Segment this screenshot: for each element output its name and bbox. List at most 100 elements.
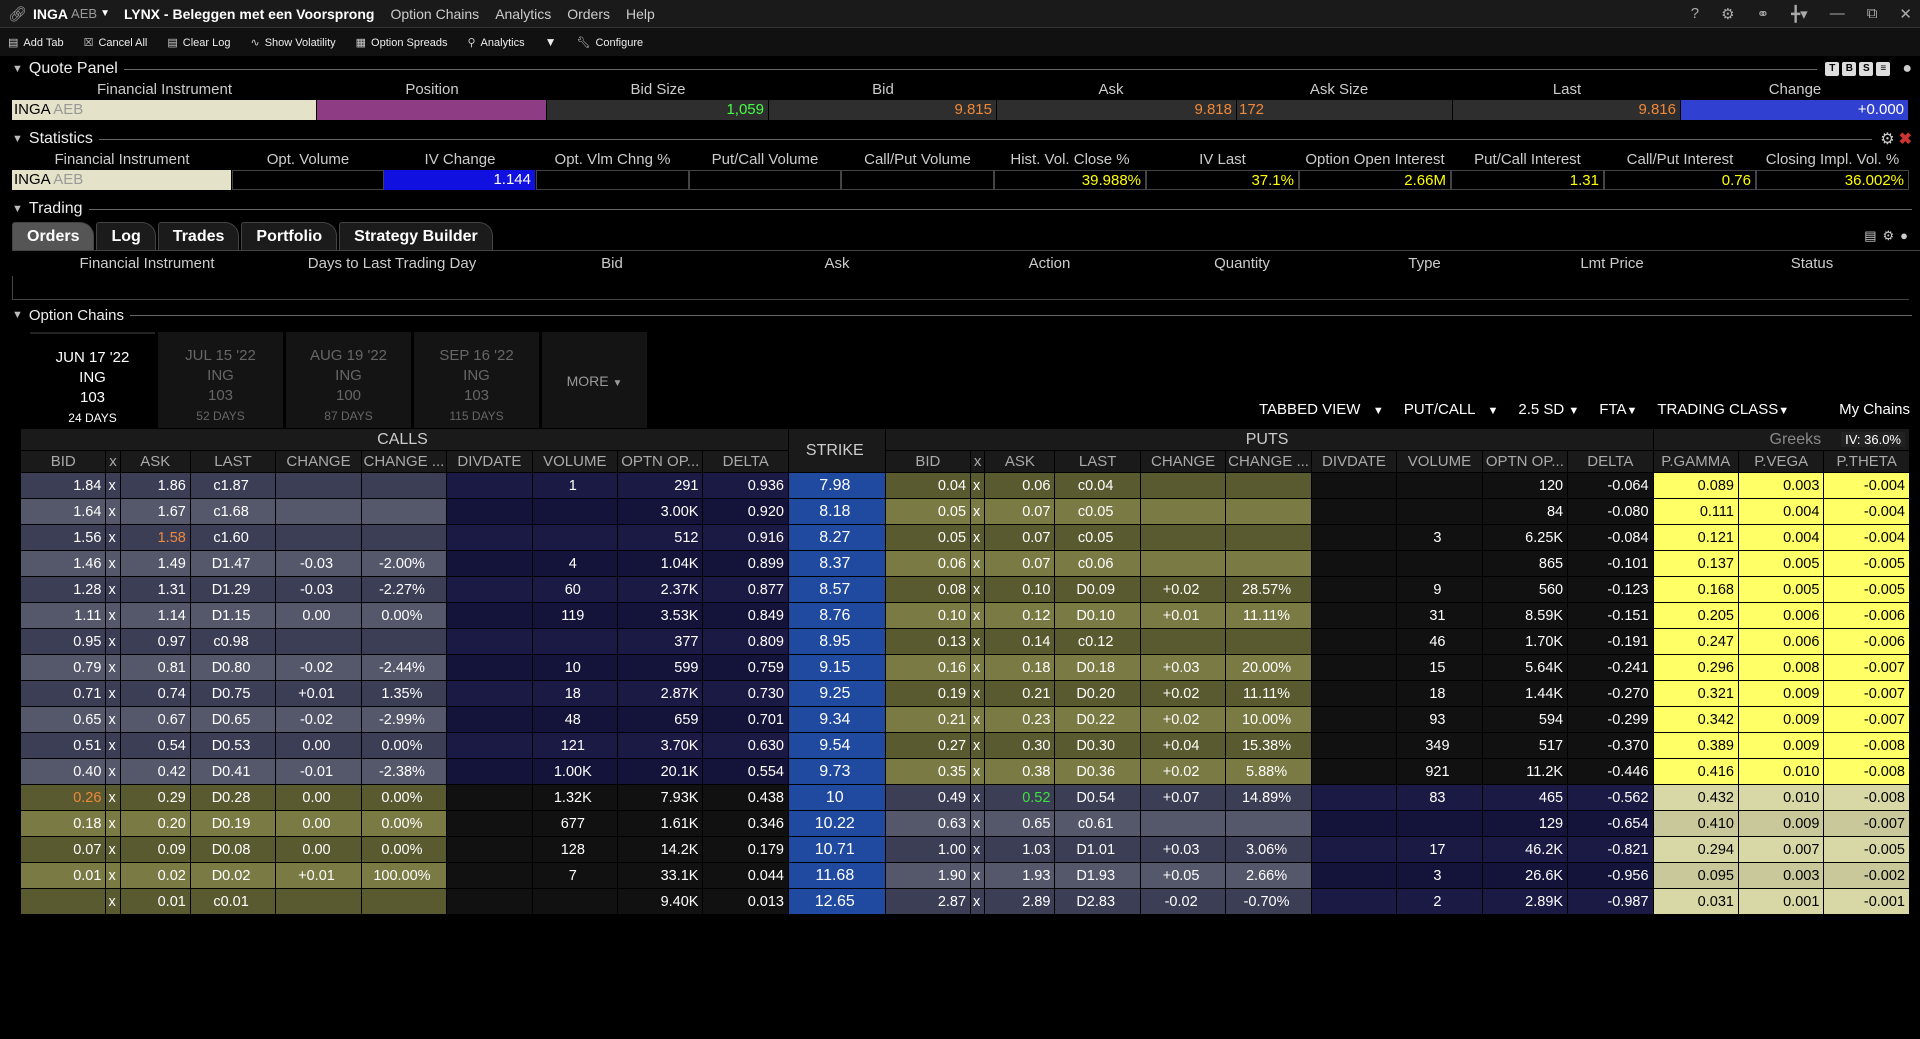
- chain-row[interactable]: 0.51 x 0.54 D0.53 0.00 0.00% 121 3.70K 0.630 9.54…: [19, 732, 1910, 759]
- configure-button[interactable]: 🔧︎ Configure: [576, 36, 643, 49]
- chain-cell-ask-call[interactable]: 0.02: [119, 862, 191, 889]
- chain-cell-ask-call[interactable]: 0.42: [119, 758, 191, 785]
- chain-col-21[interactable]: P.GAMMA: [1652, 450, 1739, 473]
- chain-cell-bid-call[interactable]: [19, 888, 107, 915]
- chain-cell-bid-put[interactable]: 1.00: [884, 836, 972, 863]
- info-icon[interactable]: ●: [1900, 228, 1908, 244]
- chain-cell-bid-call[interactable]: 1.64: [19, 498, 107, 525]
- chain-cell-ask-put[interactable]: 0.38: [984, 758, 1056, 785]
- chain-cell-bid-put[interactable]: 0.27: [884, 732, 972, 759]
- expiry-tab-sep[interactable]: SEP 16 '22 ING 103 115 DAYS: [414, 332, 539, 430]
- chain-col-7[interactable]: VOLUME: [531, 450, 619, 473]
- menu-option-chains[interactable]: Option Chains: [390, 6, 479, 22]
- expiry-tab-jun[interactable]: JUN 17 '22 ING 103 24 DAYS: [30, 332, 155, 430]
- chain-cell-bid-call[interactable]: 1.11: [19, 602, 107, 629]
- stat-col-5[interactable]: Call/Put Volume: [841, 150, 994, 170]
- chain-col-20[interactable]: DELTA: [1567, 450, 1654, 473]
- col-ask-size[interactable]: Ask Size: [1225, 80, 1453, 100]
- quote-ask[interactable]: 9.818: [997, 100, 1237, 120]
- chain-cell-bid-call[interactable]: 0.26: [19, 784, 107, 811]
- chain-cell-strike[interactable]: 9.15: [787, 654, 886, 681]
- pin-icon[interactable]: ╋▾: [1791, 5, 1808, 23]
- more-expiries-button[interactable]: MORE ▼: [542, 332, 647, 430]
- put-call-dropdown[interactable]: PUT/CALL ▼: [1404, 401, 1499, 418]
- chain-cell-bid-call[interactable]: 0.65: [19, 706, 107, 733]
- collapse-icon[interactable]: ▼: [12, 309, 23, 321]
- chain-cell-strike[interactable]: 9.73: [787, 758, 886, 785]
- chain-cell-ask-call[interactable]: 0.20: [119, 810, 191, 837]
- chain-row[interactable]: 0.65 x 0.67 D0.65 -0.02 -2.99% 48 659 0.701 9.34 0…: [19, 706, 1910, 733]
- expiry-tab-jul[interactable]: JUL 15 '22 ING 103 52 DAYS: [158, 332, 283, 430]
- chain-cell-strike[interactable]: 10: [787, 784, 886, 811]
- chain-cell-bid-put[interactable]: 0.05: [884, 524, 972, 551]
- chain-col-13[interactable]: ASK: [984, 450, 1056, 473]
- stat-col-11[interactable]: Closing Impl. Vol. %: [1756, 150, 1909, 170]
- chain-cell-ask-put[interactable]: 0.07: [984, 550, 1056, 577]
- chain-row[interactable]: 1.11 x 1.14 D1.15 0.00 0.00% 119 3.53K 0.849 8.76…: [19, 602, 1910, 629]
- stat-col-0[interactable]: Financial Instrument: [12, 150, 232, 170]
- chain-col-6[interactable]: DIVDATE: [446, 450, 533, 473]
- chain-col-15[interactable]: CHANGE: [1139, 450, 1227, 473]
- collapse-icon[interactable]: ▼: [12, 133, 23, 145]
- tab-log[interactable]: Log: [96, 222, 156, 250]
- col-position[interactable]: Position: [317, 80, 547, 100]
- col-ask[interactable]: Ask: [997, 80, 1225, 100]
- menu-help[interactable]: Help: [626, 6, 655, 22]
- sd-dropdown[interactable]: 2.5 SD ▼: [1518, 401, 1579, 418]
- chain-cell-bid-call[interactable]: 0.40: [19, 758, 107, 785]
- chain-cell-ask-call[interactable]: 1.58: [119, 524, 191, 551]
- chain-cell-ask-put[interactable]: 0.18: [984, 654, 1056, 681]
- chain-cell-strike[interactable]: 10.22: [787, 810, 886, 837]
- chain-cell-bid-put[interactable]: 0.13: [884, 628, 972, 655]
- chain-row[interactable]: 0.18 x 0.20 D0.19 0.00 0.00% 677 1.61K 0.346 10.2…: [19, 810, 1910, 837]
- collapse-icon[interactable]: ▼: [12, 63, 23, 75]
- chain-cell-strike[interactable]: 8.27: [787, 524, 886, 551]
- chain-cell-bid-call[interactable]: 1.84: [19, 472, 107, 499]
- stat-col-7[interactable]: IV Last: [1146, 150, 1299, 170]
- fta-dropdown[interactable]: FTA▼: [1599, 401, 1637, 418]
- chain-cell-ask-call[interactable]: 0.09: [119, 836, 191, 863]
- close-icon[interactable]: ✖: [1899, 129, 1912, 149]
- chain-cell-ask-call[interactable]: 0.81: [119, 654, 191, 681]
- chain-cell-ask-put[interactable]: 0.21: [984, 680, 1056, 707]
- chain-cell-bid-put[interactable]: 0.19: [884, 680, 972, 707]
- chain-cell-strike[interactable]: 8.18: [787, 498, 886, 525]
- chain-row[interactable]: 0.95 x 0.97 c0.98 377 0.809 8.95 0.13 x 0.14 c0.12…: [19, 628, 1910, 655]
- quote-row[interactable]: INGA AEB 1,059 9.815 9.818 172 9.816 +0.…: [12, 100, 1909, 120]
- ord-col-3[interactable]: Ask: [722, 255, 952, 272]
- chain-cell-ask-put[interactable]: 0.10: [984, 576, 1056, 603]
- chain-row[interactable]: 1.46 x 1.49 D1.47 -0.03 -2.00% 4 1.04K 0.899 8.37…: [19, 550, 1910, 577]
- chain-col-8[interactable]: OPTN OP...: [617, 450, 704, 473]
- cancel-all-button[interactable]: ☒ Cancel All: [84, 36, 148, 49]
- menu-orders[interactable]: Orders: [567, 6, 610, 22]
- chain-cell-ask-put[interactable]: 0.23: [984, 706, 1056, 733]
- restore-icon[interactable]: ⧉: [1867, 5, 1878, 23]
- quote-instrument[interactable]: INGA AEB: [12, 100, 317, 120]
- chain-cell-ask-call[interactable]: 0.29: [119, 784, 191, 811]
- chain-cell-bid-put[interactable]: 0.08: [884, 576, 972, 603]
- chain-cell-bid-call[interactable]: 0.18: [19, 810, 107, 837]
- chain-cell-ask-call[interactable]: 0.74: [119, 680, 191, 707]
- chain-cell-bid-call[interactable]: 0.01: [19, 862, 107, 889]
- chain-col-4[interactable]: CHANGE: [275, 450, 362, 473]
- chain-cell-ask-put[interactable]: 0.07: [984, 498, 1056, 525]
- stat-col-2[interactable]: IV Change: [384, 150, 536, 170]
- stat-col-10[interactable]: Call/Put Interest: [1604, 150, 1756, 170]
- quote-bid[interactable]: 9.815: [769, 100, 997, 120]
- chain-col-18[interactable]: VOLUME: [1396, 450, 1483, 473]
- chain-icon[interactable]: ⚭: [1757, 5, 1770, 23]
- info-icon[interactable]: ●: [1902, 60, 1912, 78]
- stat-col-3[interactable]: Opt. Vlm Chng %: [536, 150, 689, 170]
- chain-cell-bid-put[interactable]: 0.35: [884, 758, 972, 785]
- chain-cell-strike[interactable]: 8.95: [787, 628, 886, 655]
- ord-col-7[interactable]: Lmt Price: [1512, 255, 1712, 272]
- chain-cell-bid-put[interactable]: 0.49: [884, 784, 972, 811]
- chain-cell-ask-put[interactable]: 0.06: [984, 472, 1056, 499]
- chain-row[interactable]: 1.84 x 1.86 c1.87 1 291 0.936 7.98 0.04 x 0.06 c0.0…: [19, 472, 1910, 499]
- minimize-icon[interactable]: —: [1830, 5, 1845, 23]
- stat-col-1[interactable]: Opt. Volume: [232, 150, 384, 170]
- chain-cell-strike[interactable]: 10.71: [787, 836, 886, 863]
- chain-cell-ask-call[interactable]: 0.67: [119, 706, 191, 733]
- ord-col-8[interactable]: Status: [1712, 255, 1912, 272]
- chain-cell-bid-call[interactable]: 0.95: [19, 628, 107, 655]
